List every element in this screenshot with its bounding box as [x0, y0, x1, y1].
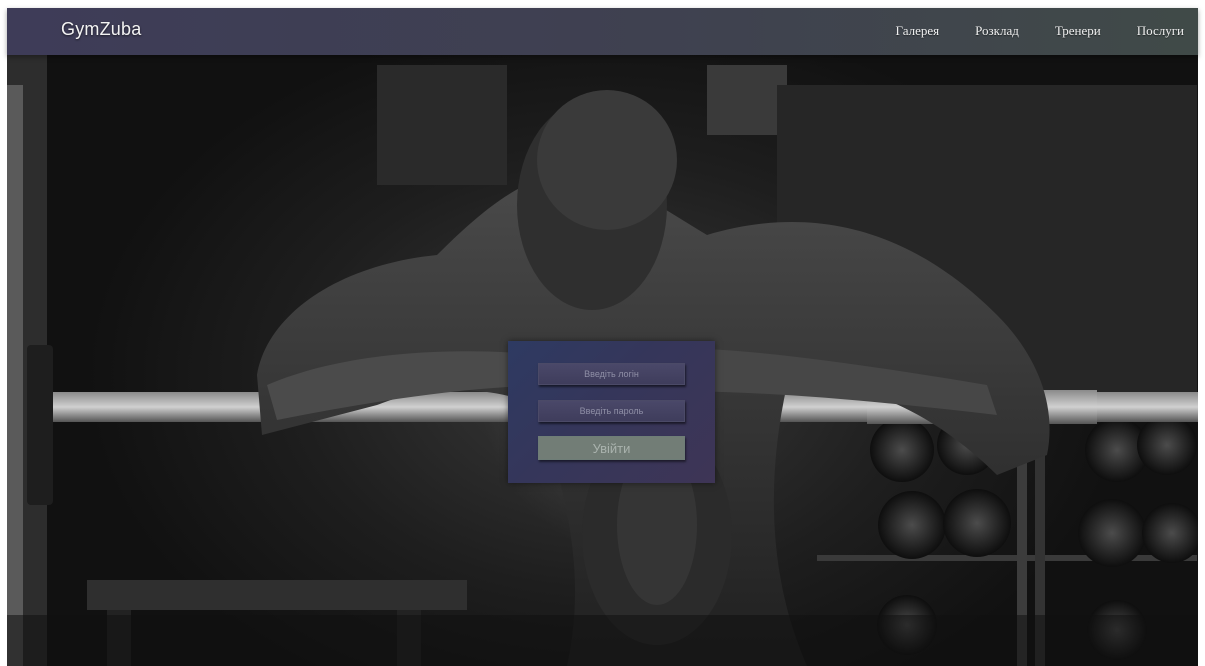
nav-link-trainers[interactable]: Тренери	[1055, 23, 1101, 39]
nav-link-gallery[interactable]: Галерея	[896, 23, 940, 39]
password-input[interactable]	[538, 400, 685, 422]
nav-link-services[interactable]: Послуги	[1137, 23, 1184, 39]
login-submit-button[interactable]: Увійти	[538, 436, 685, 460]
page: GymZuba Галерея Розклад Тренери Послуги	[0, 0, 1205, 666]
login-input[interactable]	[538, 363, 685, 385]
login-form: Увійти	[508, 341, 715, 483]
brand-logo[interactable]: GymZuba	[61, 19, 141, 40]
top-navbar: GymZuba Галерея Розклад Тренери Послуги	[7, 8, 1198, 55]
nav-links: Галерея Розклад Тренери Послуги	[896, 23, 1185, 39]
nav-link-schedule[interactable]: Розклад	[975, 23, 1019, 39]
